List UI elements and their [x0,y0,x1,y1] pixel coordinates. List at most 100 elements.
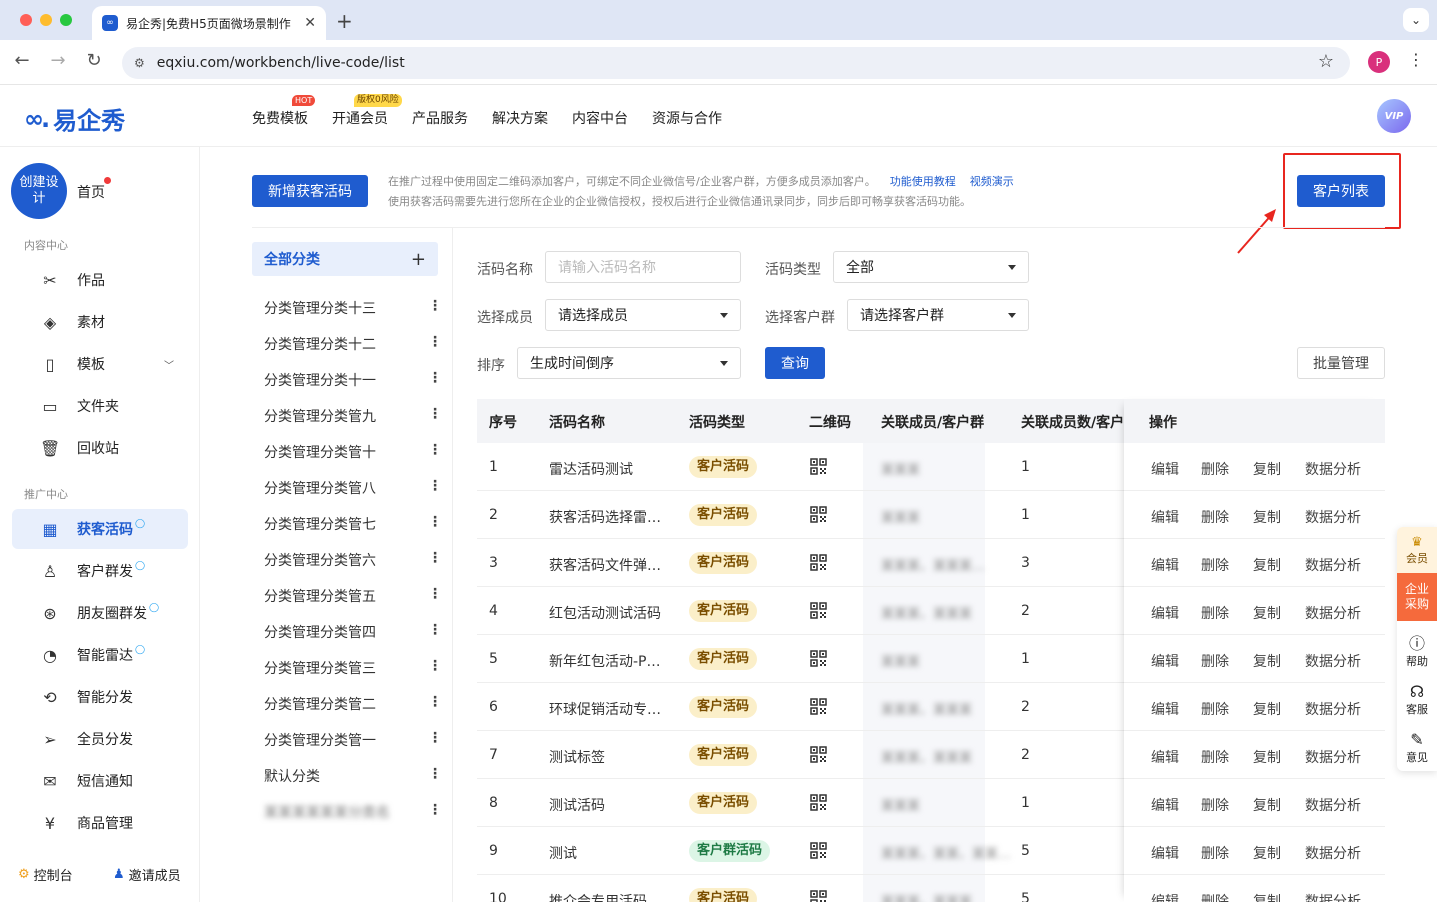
group-filter-select[interactable]: 请选择客户群 [847,299,1029,331]
row-action-analytics[interactable]: 数据分析 [1305,651,1361,671]
category-item[interactable]: 分类管理分类管六 ⋮ [264,550,442,570]
row-action-delete[interactable]: 删除 [1201,747,1229,767]
category-item[interactable]: 分类管理分类十二 ⋮ [264,334,442,354]
more-vertical-icon[interactable]: ⋮ [428,370,442,390]
row-action-analytics[interactable]: 数据分析 [1305,459,1361,479]
new-tab-icon[interactable]: + [336,9,353,33]
category-item[interactable]: 分类管理分类十三 ⋮ [264,298,442,318]
back-icon[interactable]: ← [10,50,34,71]
sidebar-item-live-code[interactable]: ▦ 获客活码 ◯ [12,509,188,549]
tab-search-icon[interactable]: ⌄ [1403,8,1429,32]
site-settings-icon[interactable]: ⚙ [134,56,145,70]
qrcode-icon[interactable] [810,794,827,811]
category-item[interactable]: 分类管理分类管七 ⋮ [264,514,442,534]
browser-tab[interactable]: ∞ 易企秀|免费H5页面微场景制作 ✕ [92,6,326,40]
nav-solutions[interactable]: 解决方案 [492,108,548,128]
row-action-edit[interactable]: 编辑 [1151,795,1179,815]
create-design-button[interactable]: 创建设计 [11,163,67,219]
browser-menu-icon[interactable]: ⋮ [1408,50,1424,69]
forward-icon[interactable]: → [46,50,70,71]
row-action-copy[interactable]: 复制 [1253,843,1281,863]
url-field[interactable]: ⚙ eqxiu.com/workbench/live-code/list ☆ [122,47,1350,79]
help-button[interactable]: ⓘ 帮助 [1397,635,1437,669]
video-demo-link[interactable]: 视频演示 [970,175,1014,188]
category-item[interactable]: 分类管理分类管三 ⋮ [264,658,442,678]
row-action-delete[interactable]: 删除 [1201,555,1229,575]
service-button[interactable]: ☊ 客服 [1397,683,1437,717]
feedback-button[interactable]: ✎ 意见 [1397,731,1437,765]
chevron-down-icon[interactable]: ﹀ [164,357,174,372]
qrcode-icon[interactable] [810,890,827,902]
bookmark-star-icon[interactable]: ☆ [1318,51,1334,72]
name-filter-input[interactable]: 请输入活码名称 [545,251,741,283]
more-vertical-icon[interactable]: ⋮ [428,550,442,570]
row-action-analytics[interactable]: 数据分析 [1305,507,1361,527]
vip-float-button[interactable]: ♛ 会员 [1397,527,1437,573]
sidebar-item-radar[interactable]: ◔ 智能雷达 ◯ [12,635,188,675]
tutorial-link[interactable]: 功能使用教程 [890,175,956,188]
row-action-analytics[interactable]: 数据分析 [1305,699,1361,719]
row-action-analytics[interactable]: 数据分析 [1305,891,1361,902]
more-vertical-icon[interactable]: ⋮ [428,298,442,318]
category-item[interactable]: 分类管理分类十一 ⋮ [264,370,442,390]
row-action-copy[interactable]: 复制 [1253,507,1281,527]
query-button[interactable]: 查询 [765,347,825,379]
row-action-delete[interactable]: 删除 [1201,891,1229,902]
category-item[interactable]: 分类管理分类管一 ⋮ [264,730,442,750]
reload-icon[interactable]: ↻ [82,50,106,71]
row-action-copy[interactable]: 复制 [1253,459,1281,479]
add-live-code-button[interactable]: 新增获客活码 [252,175,368,207]
more-vertical-icon[interactable]: ⋮ [428,622,442,642]
more-vertical-icon[interactable]: ⋮ [428,658,442,678]
row-action-copy[interactable]: 复制 [1253,891,1281,902]
row-action-copy[interactable]: 复制 [1253,555,1281,575]
minimize-window-button[interactable] [40,14,52,26]
row-action-edit[interactable]: 编辑 [1151,507,1179,527]
row-action-analytics[interactable]: 数据分析 [1305,747,1361,767]
vip-avatar[interactable]: VIP [1377,99,1411,133]
row-action-edit[interactable]: 编辑 [1151,843,1179,863]
qrcode-icon[interactable] [810,506,827,523]
row-action-delete[interactable]: 删除 [1201,651,1229,671]
profile-avatar[interactable]: P [1368,51,1390,73]
row-action-analytics[interactable]: 数据分析 [1305,555,1361,575]
sidebar-item-customer-broadcast[interactable]: ♙ 客户群发 ◯ [12,551,188,591]
logo[interactable]: ∞. 易企秀 [24,101,125,136]
category-item[interactable]: 分类管理分类管九 ⋮ [264,406,442,426]
console-link[interactable]: ⚙ 控制台 [18,865,73,884]
row-action-copy[interactable]: 复制 [1253,699,1281,719]
sidebar-item-folder[interactable]: ▭ 文件夹 [12,386,188,426]
row-action-analytics[interactable]: 数据分析 [1305,843,1361,863]
more-vertical-icon[interactable]: ⋮ [428,802,442,822]
qrcode-icon[interactable] [810,602,827,619]
invite-member-link[interactable]: ♟ 邀请成员 [113,865,181,884]
tab-close-icon[interactable]: ✕ [304,15,316,31]
category-item[interactable]: 某某某某某某分类名 ⋮ [264,802,442,822]
row-action-edit[interactable]: 编辑 [1151,891,1179,902]
row-action-delete[interactable]: 删除 [1201,699,1229,719]
row-action-delete[interactable]: 删除 [1201,843,1229,863]
row-action-delete[interactable]: 删除 [1201,795,1229,815]
type-filter-select[interactable]: 全部 [833,251,1029,283]
sort-select[interactable]: 生成时间倒序 [517,347,741,379]
row-action-copy[interactable]: 复制 [1253,603,1281,623]
category-item[interactable]: 分类管理分类管二 ⋮ [264,694,442,714]
row-action-edit[interactable]: 编辑 [1151,699,1179,719]
batch-manage-button[interactable]: 批量管理 [1297,347,1385,379]
qrcode-icon[interactable] [810,746,827,763]
category-item[interactable]: 分类管理分类管五 ⋮ [264,586,442,606]
more-vertical-icon[interactable]: ⋮ [428,694,442,714]
row-action-copy[interactable]: 复制 [1253,651,1281,671]
more-vertical-icon[interactable]: ⋮ [428,766,442,786]
row-action-delete[interactable]: 删除 [1201,459,1229,479]
category-item[interactable]: 分类管理分类管八 ⋮ [264,478,442,498]
add-category-icon[interactable]: + [411,249,426,270]
more-vertical-icon[interactable]: ⋮ [428,730,442,750]
sidebar-item-smart-distribute[interactable]: ⟲ 智能分发 [12,677,188,717]
nav-membership[interactable]: 开通会员 版权0风险 [332,94,402,128]
more-vertical-icon[interactable]: ⋮ [428,586,442,606]
category-item[interactable]: 分类管理分类管四 ⋮ [264,622,442,642]
sidebar-item-sms[interactable]: ✉ 短信通知 [12,761,188,801]
qrcode-icon[interactable] [810,650,827,667]
more-vertical-icon[interactable]: ⋮ [428,442,442,462]
